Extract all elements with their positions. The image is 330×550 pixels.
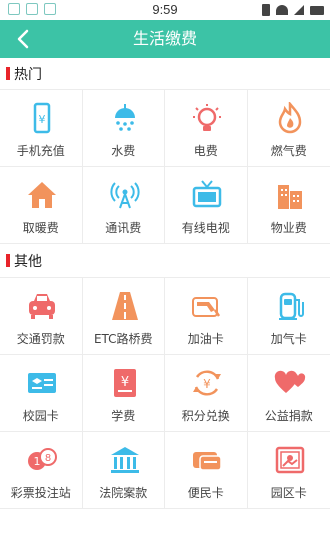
courthouse-icon [110,447,139,473]
service-item-antenna[interactable]: 通讯费 [83,167,165,243]
service-item-car[interactable]: 交通罚款 [0,278,83,354]
service-label: 有线电视 [181,221,230,235]
svg-text:¥: ¥ [39,113,46,126]
service-label: 积分兑换 [181,409,230,423]
signal-icon [294,5,304,15]
section-other-header: 其他 [0,245,330,275]
grid-row: 1 8 彩票投注站 法院案款 便民卡 园区卡 [0,432,330,509]
other-services-grid: 交通罚款 ETC路桥费 加油卡 加气卡校园卡 ¥ 学费 ¥ 积分兑换 公益捐款 1 8 彩票投注站 法院… [0,277,330,509]
service-label: 园区卡 [270,486,307,500]
service-label: 电费 [193,144,218,158]
service-item-courthouse[interactable]: 法院案款 [83,432,165,508]
service-item-lottery-ball[interactable]: 1 8 彩票投注站 [0,432,83,508]
road-icon [111,292,138,320]
service-item-gas-pump[interactable]: 加气卡 [248,278,330,354]
service-item-tv[interactable]: 有线电视 [165,167,248,243]
section-title: 其他 [14,254,42,270]
header-bar: 生活缴费 [0,20,330,58]
house-icon [28,182,56,208]
grid-row: 交通罚款 ETC路桥费 加油卡 加气卡 [0,278,330,355]
service-label: 彩票投注站 [10,486,71,500]
vibrate-icon [262,4,270,16]
gas-pump-icon [278,292,304,320]
tv-icon [192,180,222,208]
service-label: 学费 [111,409,136,423]
grid-row: 校园卡 ¥ 学费 ¥ 积分兑换 公益捐款 [0,355,330,432]
mobile-recharge-icon: ¥ [33,102,51,134]
service-item-shower[interactable]: 水费 [83,90,165,166]
tuition-book-icon: ¥ [113,369,136,397]
service-label: 物业费 [270,221,307,235]
lightbulb-icon [193,104,221,131]
service-item-building[interactable]: 物业费 [248,167,330,243]
service-label: 便民卡 [187,486,224,500]
section-marker [6,254,10,267]
service-item-lightbulb[interactable]: 电费 [165,90,248,166]
service-item-points-exchange[interactable]: ¥ 积分兑换 [165,355,248,431]
svg-text:8: 8 [45,453,51,464]
service-item-hearts[interactable]: 公益捐款 [248,355,330,431]
service-label: 加油卡 [187,332,224,346]
flame-icon [278,102,301,134]
service-label: 水费 [111,144,136,158]
service-item-fuel-nozzle[interactable]: 加油卡 [165,278,248,354]
wifi-icon [276,5,288,15]
service-label: 交通罚款 [16,332,65,346]
service-item-tuition-book[interactable]: ¥ 学费 [83,355,165,431]
section-hot-header: 热门 [0,58,330,88]
hot-services-grid: ¥ 手机充值 水费 电费 燃气费取暖费 通讯费 有线电视 物业费 [0,89,330,244]
hearts-icon [274,370,305,393]
shower-icon [114,104,135,131]
lottery-ball-icon: 18 [28,448,57,470]
fuel-nozzle-icon [192,297,221,317]
service-label: 手机充值 [16,144,65,158]
service-label: ETC路桥费 [93,332,153,346]
service-label: 燃气费 [270,144,307,158]
service-item-wallet-card[interactable]: 便民卡 [165,432,248,508]
page-title: 生活缴费 [132,29,197,48]
antenna-icon [109,182,140,209]
section-title: 热门 [14,67,42,83]
service-item-flame[interactable]: 燃气费 [248,90,330,166]
service-label: 公益捐款 [264,409,313,423]
svg-text:¥: ¥ [120,375,128,390]
section-marker [6,67,10,80]
service-item-house[interactable]: 取暖费 [0,167,83,243]
battery-icon [310,5,324,15]
wallet-card-icon [193,452,222,471]
park-card-icon [275,446,304,474]
service-item-park-card[interactable]: 园区卡 [248,432,330,508]
service-label: 通讯费 [105,221,142,235]
service-item-mobile-recharge[interactable]: ¥ 手机充值 [0,90,83,166]
service-label: 取暖费 [22,221,59,235]
status-bar: 9:59 [0,0,330,20]
status-icons [262,4,324,16]
grid-row: ¥ 手机充值 水费 电费 燃气费 [0,90,330,167]
service-label: 法院案款 [99,486,148,500]
svg-text:¥: ¥ [203,377,211,391]
service-item-campus-card[interactable]: 校园卡 [0,355,83,431]
service-item-road[interactable]: ETC路桥费 [83,278,165,354]
points-exchange-icon: ¥ [193,370,221,396]
car-icon [29,294,55,319]
service-label: 加气卡 [270,332,307,346]
campus-card-icon [28,373,56,393]
service-label: 校园卡 [22,409,59,423]
building-icon [277,185,302,209]
grid-row: 取暖费 通讯费 有线电视 物业费 [0,167,330,244]
